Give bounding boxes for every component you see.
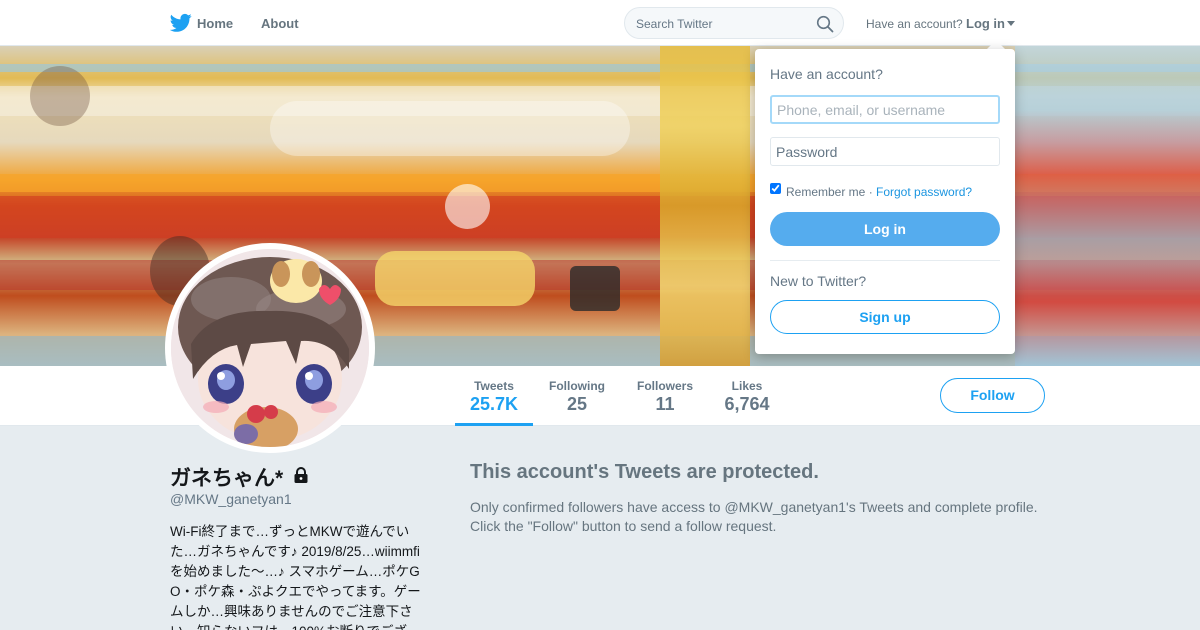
stat-label: Following xyxy=(549,379,605,393)
protected-title: This account's Tweets are protected. xyxy=(470,461,819,483)
profile-bio: Wi-Fi終了まで…ずっとMKWで遊んでいた…ガネちゃんです♪ 2019/8/2… xyxy=(170,524,421,630)
banner-column xyxy=(660,46,750,366)
remember-me-text: Remember me xyxy=(786,185,866,199)
dropdown-divider xyxy=(770,260,1000,261)
dropdown-title: Have an account? xyxy=(770,66,883,82)
stat-value: 11 xyxy=(655,394,675,414)
banner-shape xyxy=(570,266,620,311)
banner-column xyxy=(1015,46,1200,366)
twitter-bird-icon[interactable] xyxy=(170,13,192,33)
caret-down-icon[interactable] xyxy=(1007,21,1015,26)
avatar-image xyxy=(171,249,369,447)
top-navigation-bar: Home About Have an account? Log in xyxy=(0,0,1200,46)
stat-label: Followers xyxy=(636,379,693,393)
login-dropdown: Have an account? Remember me · Forgot pa… xyxy=(755,49,1015,354)
signup-button[interactable]: Sign up xyxy=(770,300,1000,334)
stat-following[interactable]: Following 25 xyxy=(541,366,613,426)
login-dropdown-toggle[interactable]: Log in xyxy=(966,16,1005,31)
search-icon[interactable] xyxy=(816,15,834,33)
password-field[interactable] xyxy=(770,137,1000,166)
nav-about-link[interactable]: About xyxy=(261,16,299,31)
protected-lock-icon xyxy=(294,467,308,483)
banner-shape xyxy=(445,184,490,229)
remember-me-checkbox[interactable] xyxy=(770,183,781,194)
remember-me-label: Remember me · xyxy=(786,185,873,199)
stat-label: Likes xyxy=(731,379,763,393)
profile-screen-name[interactable]: @MKW_ganetyan1 xyxy=(170,491,292,507)
nav-home-link[interactable]: Home xyxy=(197,16,233,31)
stat-tweets[interactable]: Tweets 25.7K xyxy=(455,366,533,426)
login-button[interactable]: Log in xyxy=(770,212,1000,246)
have-account-text: Have an account? xyxy=(866,17,963,31)
stat-value: 6,764 xyxy=(724,394,770,414)
dropdown-caret-icon xyxy=(987,40,1005,49)
stat-likes[interactable]: Likes 6,764 xyxy=(718,366,776,426)
stat-label: Tweets xyxy=(474,379,514,393)
banner-shape xyxy=(375,251,535,306)
follow-button[interactable]: Follow xyxy=(940,378,1045,413)
stat-value: 25.7K xyxy=(469,394,519,414)
avatar[interactable] xyxy=(165,243,375,453)
profile-display-name: ガネちゃん* xyxy=(170,467,284,490)
stat-followers[interactable]: Followers 11 xyxy=(630,366,700,426)
search-input[interactable] xyxy=(636,16,806,32)
stat-value: 25 xyxy=(566,394,588,414)
new-to-twitter-text: New to Twitter? xyxy=(770,273,867,289)
banner-shape xyxy=(30,66,90,126)
remember-separator: · xyxy=(868,185,873,199)
search-box xyxy=(624,7,844,39)
banner-shape xyxy=(270,101,630,156)
username-field[interactable] xyxy=(770,95,1000,124)
forgot-password-link[interactable]: Forgot password? xyxy=(876,185,972,199)
avatar-illustration xyxy=(171,249,369,447)
protected-description: Only confirmed followers have access to … xyxy=(470,499,1038,534)
